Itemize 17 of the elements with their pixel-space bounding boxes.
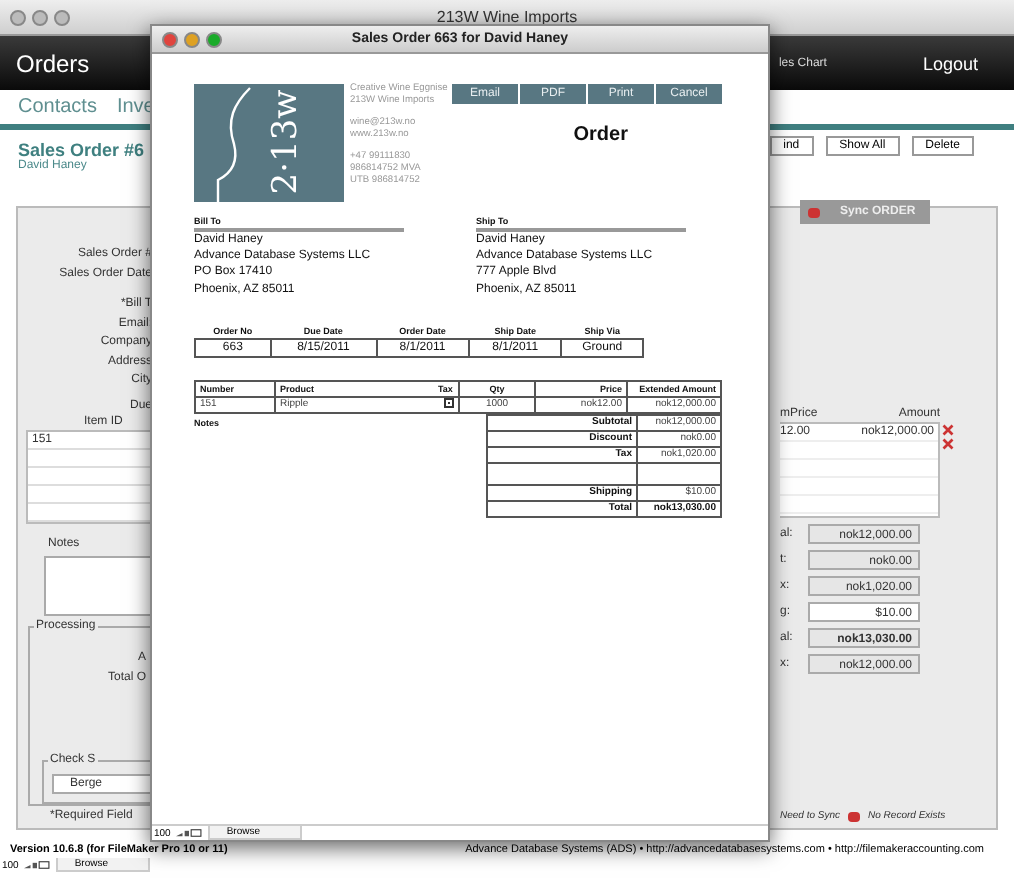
notes-field[interactable] [44, 556, 152, 616]
page-title: Orders [16, 49, 90, 77]
close-icon[interactable] [162, 31, 178, 47]
logo: 2·13w [194, 84, 344, 202]
nav-tab[interactable]: Contacts [18, 96, 97, 118]
logout-link[interactable]: Logout [922, 53, 978, 73]
zoom-icon[interactable] [24, 860, 51, 870]
record-title: Sales Order #6 [18, 140, 145, 160]
status-icon [848, 811, 861, 821]
delete-icon[interactable] [942, 438, 954, 450]
minimize-icon[interactable] [184, 31, 200, 47]
zoom-window-icon[interactable] [206, 31, 222, 47]
zoom-icon[interactable] [176, 828, 203, 838]
document-heading: Order [573, 124, 628, 146]
window-title: 213W Wine Imports [436, 8, 578, 26]
delete-icon[interactable] [942, 424, 954, 436]
tax-checkbox[interactable] [444, 397, 454, 408]
